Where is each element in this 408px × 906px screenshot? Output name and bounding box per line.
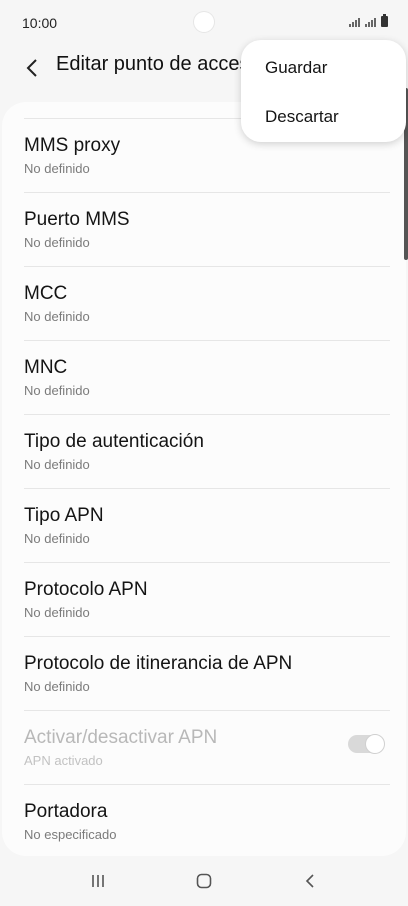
item-subtitle: No definido — [24, 679, 90, 694]
camera-cutout — [194, 12, 214, 32]
home-icon — [196, 873, 212, 889]
item-title: Portadora — [24, 801, 108, 822]
navigation-bar — [0, 856, 408, 906]
menu-item-guardar[interactable]: Guardar — [265, 58, 327, 78]
item-subtitle: No definido — [24, 531, 90, 546]
list-item[interactable]: Portadora No especificado — [24, 784, 390, 856]
list-item[interactable]: MCC No definido — [24, 266, 390, 341]
back-nav-button[interactable] — [290, 866, 330, 896]
item-title: Activar/desactivar APN — [24, 727, 218, 748]
item-subtitle: No definido — [24, 161, 90, 176]
list-item[interactable]: Puerto MMS No definido — [24, 192, 390, 267]
item-title: MCC — [24, 283, 68, 304]
item-subtitle: No definido — [24, 383, 90, 398]
page-title: Editar punto de acceso — [56, 53, 261, 75]
settings-list: MMS proxy No definido Puerto MMS No defi… — [2, 102, 406, 856]
item-subtitle: No definido — [24, 309, 90, 324]
recent-apps-icon — [92, 875, 104, 887]
signal-icon — [349, 17, 360, 27]
list-item[interactable]: Tipo de autenticación No definido — [24, 414, 390, 489]
status-time: 10:00 — [22, 15, 58, 31]
signal-icon — [365, 17, 376, 27]
item-title: MNC — [24, 357, 68, 378]
item-title: Protocolo de itinerancia de APN — [24, 653, 293, 674]
overflow-menu: Guardar Descartar — [241, 40, 406, 142]
status-icons — [349, 14, 388, 27]
back-nav-icon — [305, 874, 314, 888]
battery-icon — [381, 14, 388, 27]
list-item[interactable]: Tipo APN No definido — [24, 488, 390, 563]
back-arrow-icon — [26, 59, 37, 77]
recent-apps-button[interactable] — [78, 866, 118, 896]
item-title: MMS proxy — [24, 135, 121, 156]
apn-toggle-switch — [348, 734, 385, 754]
list-item[interactable]: MNC No definido — [24, 340, 390, 415]
item-subtitle: APN activado — [24, 753, 103, 768]
list-item[interactable]: Protocolo de itinerancia de APN No defin… — [24, 636, 390, 711]
toggle-knob — [365, 734, 385, 754]
list-item-apn-toggle: Activar/desactivar APN APN activado — [24, 710, 390, 785]
item-subtitle: No definido — [24, 235, 90, 250]
menu-item-descartar[interactable]: Descartar — [265, 107, 339, 127]
item-title: Puerto MMS — [24, 209, 130, 230]
item-subtitle: No definido — [24, 605, 90, 620]
item-title: Protocolo APN — [24, 579, 148, 600]
item-title: Tipo de autenticación — [24, 431, 204, 452]
item-title: Tipo APN — [24, 505, 104, 526]
item-subtitle: No especificado — [24, 827, 117, 842]
item-subtitle: No definido — [24, 457, 90, 472]
list-item[interactable]: Protocolo APN No definido — [24, 562, 390, 637]
back-button[interactable] — [18, 52, 46, 84]
home-button[interactable] — [184, 866, 224, 896]
